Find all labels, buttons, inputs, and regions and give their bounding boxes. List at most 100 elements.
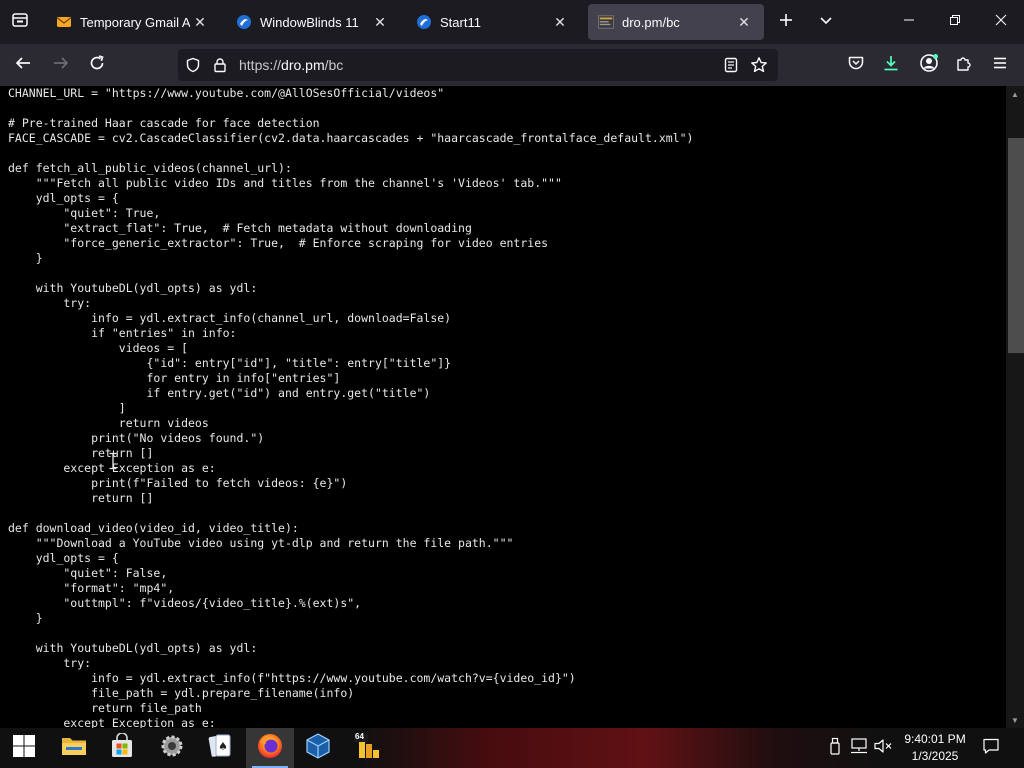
tab-title: dro.pm/bc (622, 14, 680, 30)
url-text[interactable]: https://dro.pm/bc (239, 57, 343, 73)
address-bar[interactable]: https://dro.pm/bc (178, 49, 778, 81)
scrollbar-thumb[interactable] (1008, 138, 1024, 353)
tray-volume[interactable] (872, 728, 894, 768)
code-line: print(f"Failed to fetch videos: {e}") (8, 476, 348, 490)
code-line: print("No videos found.") (8, 431, 265, 445)
tab-title: WindowBlinds 11 (260, 14, 359, 30)
scroll-down-arrow-icon[interactable]: ▼ (1010, 715, 1020, 725)
taskbar-wallpaper-glow (360, 728, 880, 768)
bookmark-star-icon[interactable] (750, 56, 768, 74)
plus-icon (778, 12, 794, 33)
reload-icon (88, 54, 106, 77)
tab-strip: Temporary Gmail Acco ✕ WindowBlinds 11 ✕… (0, 0, 1024, 44)
windows-logo-icon (12, 734, 36, 763)
tray-usb[interactable] (826, 728, 844, 768)
file-explorer-icon (60, 734, 88, 763)
code-line: except Exception as e: (8, 716, 216, 728)
page-thumbnail-icon (598, 14, 614, 30)
windows-taskbar: ♠ 64 9:40:01 PM 1/3/2025 (0, 728, 1024, 768)
reload-button[interactable] (82, 50, 112, 80)
tab-close-button[interactable]: ✕ (370, 12, 390, 32)
code-line: def fetch_all_public_videos(channel_url)… (8, 161, 292, 175)
code-line: return file_path (8, 701, 202, 715)
restore-button[interactable] (932, 0, 978, 44)
stardock-icon (416, 14, 432, 30)
code-line: "format": "mp4", (8, 581, 175, 595)
url-path: /bc (324, 57, 344, 73)
app-menu-button[interactable] (985, 50, 1015, 80)
downloads-button[interactable] (876, 50, 906, 80)
minimize-button[interactable] (886, 0, 932, 44)
tab-dro-pm[interactable]: dro.pm/bc ✕ (588, 4, 764, 40)
code-line: {"id": entry["id"], "title": entry["titl… (8, 356, 452, 370)
code-line: "force_generic_extractor": True, # Enfor… (8, 236, 549, 250)
navigation-toolbar: https://dro.pm/bc (0, 44, 1024, 86)
taskbar-solitaire[interactable]: ♠ (196, 728, 244, 768)
account-avatar-icon (919, 53, 939, 78)
account-button[interactable] (914, 50, 944, 80)
list-all-tabs-button[interactable] (812, 8, 840, 36)
code-text: CHANNEL_URL = "https://www.youtube.com/@… (8, 86, 693, 728)
forward-button[interactable] (46, 50, 76, 80)
code-line: ydl_opts = { (8, 191, 119, 205)
new-tab-button[interactable] (772, 8, 800, 36)
code-line: try: (8, 296, 92, 310)
firefox-view-button[interactable] (6, 8, 34, 36)
page-content: CHANNEL_URL = "https://www.youtube.com/@… (0, 86, 1006, 728)
taskbar-file-explorer[interactable] (50, 728, 98, 768)
code-line: if "entries" in info: (8, 326, 237, 340)
tab-start11[interactable]: Start11 ✕ (406, 4, 580, 40)
url-scheme: https:// (239, 57, 282, 73)
taskbar-firefox[interactable] (246, 728, 294, 768)
code-line: ydl_opts = { (8, 551, 119, 565)
tab-close-button[interactable]: ✕ (734, 12, 754, 32)
download-arrow-icon (882, 54, 900, 77)
microsoft-store-icon (109, 731, 135, 764)
back-button[interactable] (8, 50, 38, 80)
vertical-scrollbar[interactable]: ▲ ▼ (1006, 86, 1024, 728)
code-line: file_path = ydl.prepare_filename(info) (8, 686, 355, 700)
solitaire-cards-icon: ♠ (207, 732, 233, 765)
code-line: "extract_flat": True, # Fetch metadata w… (8, 221, 472, 235)
pocket-button[interactable] (841, 50, 871, 80)
taskbar-settings[interactable] (148, 728, 196, 768)
taskbar-app-64[interactable]: 64 (344, 728, 392, 768)
code-line: info = ydl.extract_info(f"https://www.yo… (8, 671, 576, 685)
chevron-down-icon (818, 12, 834, 33)
extensions-button[interactable] (949, 50, 979, 80)
code-line: return videos (8, 416, 209, 430)
speaker-muted-icon (873, 738, 893, 759)
code-line: """Download a YouTube video using yt-dlp… (8, 536, 514, 550)
notification-center-icon (982, 737, 1000, 760)
arrow-right-icon (52, 54, 70, 77)
code-line: info = ydl.extract_info(channel_url, dow… (8, 311, 452, 325)
tab-temporary-gmail[interactable]: Temporary Gmail Acco ✕ (46, 4, 220, 40)
start-button[interactable] (0, 728, 48, 768)
taskbar-virtualbox[interactable] (294, 728, 342, 768)
tab-close-button[interactable]: ✕ (190, 12, 210, 32)
tray-network[interactable] (848, 728, 870, 768)
close-window-button[interactable] (978, 0, 1024, 44)
firefox-view-icon (11, 11, 29, 34)
tray-notifications[interactable] (976, 728, 1006, 768)
settings-gear-icon (159, 733, 185, 764)
close-icon (995, 13, 1007, 31)
tab-close-button[interactable]: ✕ (550, 12, 570, 32)
taskbar-clock[interactable]: 9:40:01 PM 1/3/2025 (896, 731, 974, 765)
pocket-icon (847, 54, 865, 77)
scroll-up-arrow-icon[interactable]: ▲ (1010, 89, 1020, 99)
tab-title: Temporary Gmail Acco (80, 14, 190, 30)
stardock-icon (236, 14, 252, 30)
lock-icon[interactable] (211, 56, 229, 74)
tab-windowblinds[interactable]: WindowBlinds 11 ✕ (226, 4, 400, 40)
tracking-protection-shield-icon[interactable] (184, 56, 202, 74)
taskbar-microsoft-store[interactable] (98, 728, 146, 768)
reader-view-icon[interactable] (722, 56, 740, 74)
usb-drive-icon (829, 737, 841, 760)
code-line: def download_video(video_id, video_title… (8, 521, 299, 535)
